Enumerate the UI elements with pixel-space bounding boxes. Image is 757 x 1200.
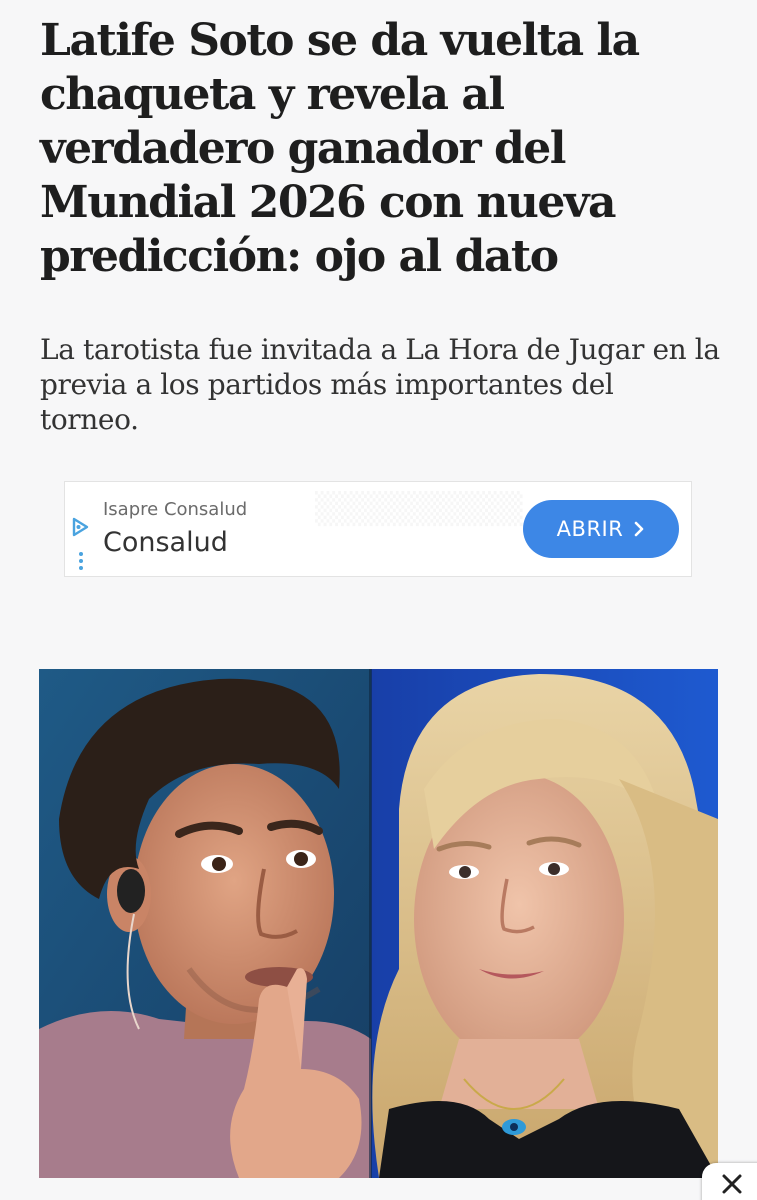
close-ad-button[interactable] bbox=[702, 1163, 757, 1200]
more-options-icon[interactable] bbox=[78, 552, 84, 574]
close-icon bbox=[721, 1173, 743, 1199]
article-headline: Latife Soto se da vuelta la chaqueta y r… bbox=[40, 15, 640, 282]
ad-choices-icon[interactable] bbox=[69, 516, 91, 538]
woman-portrait bbox=[371, 669, 718, 1178]
chevron-right-icon bbox=[633, 520, 645, 538]
article-subheadline: La tarotista fue invitada a La Hora de J… bbox=[40, 333, 720, 436]
ad-background-texture: ▒▒▒▒▒▒▒▒▒ bbox=[315, 492, 523, 527]
article: Latife Soto se da vuelta la chaqueta y r… bbox=[0, 0, 757, 1200]
ad-sponsor: Isapre Consalud bbox=[103, 499, 248, 520]
ad-title: Consalud bbox=[103, 527, 228, 558]
ad-open-button[interactable]: ABRIR bbox=[523, 500, 679, 558]
ad-open-button-label: ABRIR bbox=[556, 517, 624, 541]
man-portrait bbox=[39, 669, 371, 1178]
ad-banner[interactable]: ▒▒▒▒▒▒▒▒▒ Isapre Consalud Consalud ABRIR bbox=[64, 481, 692, 577]
article-photo[interactable] bbox=[39, 669, 718, 1178]
